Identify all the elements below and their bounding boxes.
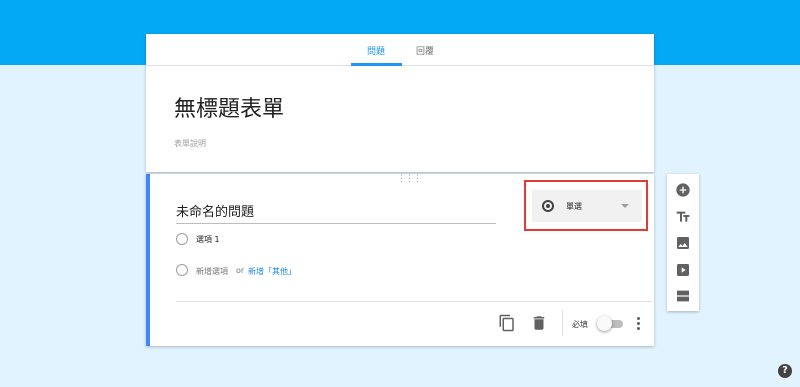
- form-description[interactable]: 表單說明: [174, 138, 206, 149]
- question-type-dropdown[interactable]: 單選: [532, 190, 642, 222]
- question-type-label: 單選: [566, 202, 582, 211]
- form-header-card: 問題 回覆 無標題表單 表單說明: [146, 34, 654, 172]
- option-1-label[interactable]: 選項 1: [196, 234, 220, 245]
- more-vert-icon[interactable]: [634, 317, 642, 331]
- video-icon[interactable]: [675, 262, 691, 278]
- help-icon[interactable]: ?: [778, 364, 792, 378]
- copy-icon[interactable]: [498, 314, 516, 332]
- drag-handle-icon[interactable]: ⋮⋮⋮: [397, 175, 422, 184]
- option-radio-icon: [176, 233, 188, 245]
- caret-down-icon: [621, 204, 629, 208]
- add-other-link[interactable]: 新增「其他」: [248, 266, 296, 277]
- tab-active-indicator: [351, 63, 402, 66]
- question-card[interactable]: ⋮⋮⋮ 未命名的問題 選項 1 新增選項 or 新增「其他」 單選 必填: [146, 174, 654, 346]
- delete-icon[interactable]: [530, 314, 548, 332]
- side-toolbar: [667, 174, 699, 311]
- required-toggle[interactable]: [597, 316, 612, 331]
- question-title-input[interactable]: 未命名的問題: [176, 201, 496, 224]
- form-title[interactable]: 無標題表單: [174, 91, 284, 123]
- divider: [176, 301, 652, 302]
- image-icon[interactable]: [675, 235, 691, 251]
- tab-responses[interactable]: 回覆: [416, 44, 434, 57]
- title-text-icon[interactable]: [675, 209, 691, 225]
- radio-button-icon: [542, 200, 554, 212]
- add-option-radio-icon: [176, 264, 188, 276]
- section-icon[interactable]: [675, 288, 691, 304]
- tab-questions[interactable]: 問題: [367, 44, 385, 57]
- required-label: 必填: [572, 320, 588, 329]
- or-label: or: [236, 266, 245, 275]
- add-question-icon[interactable]: [675, 182, 691, 198]
- add-option-input[interactable]: 新增選項: [196, 266, 228, 277]
- tab-bar: 問題 回覆: [146, 34, 654, 66]
- footer-divider: [562, 310, 563, 336]
